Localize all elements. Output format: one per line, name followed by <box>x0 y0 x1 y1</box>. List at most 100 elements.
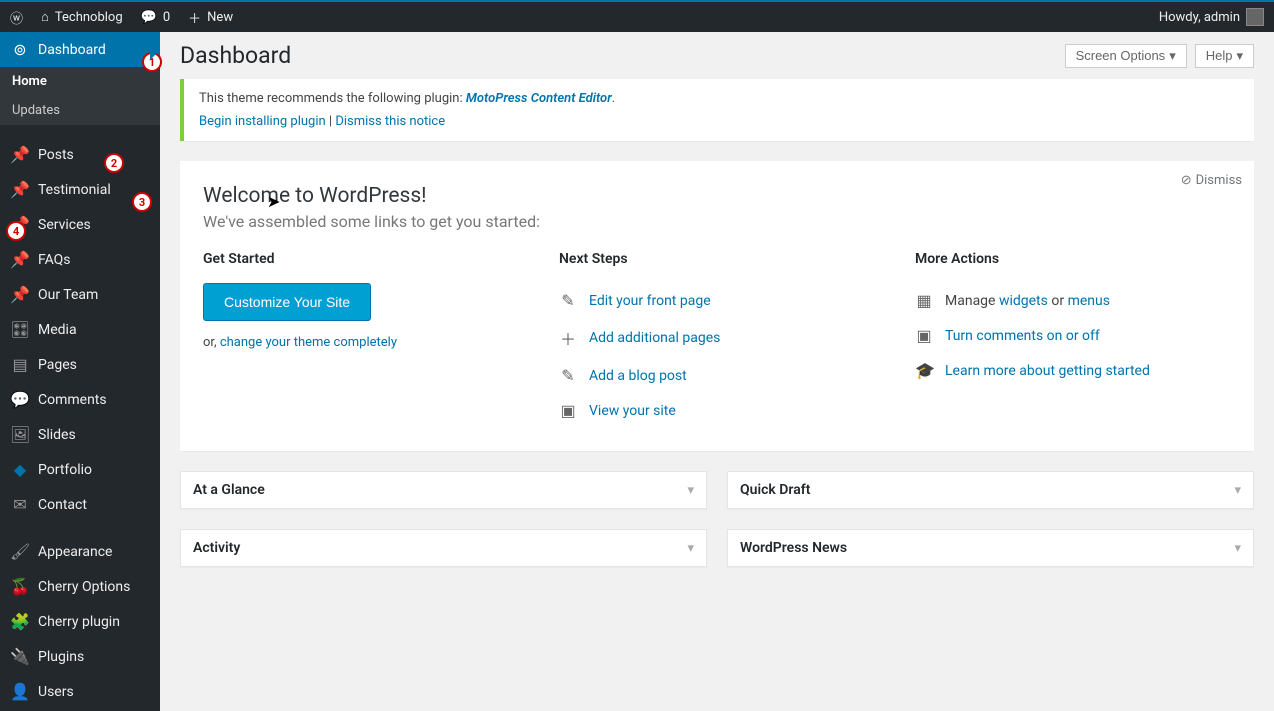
chevron-down-icon: ▾ <box>1234 541 1241 556</box>
sidebar-item-label: Plugins <box>38 649 84 665</box>
activity-toggle[interactable]: Activity ▾ <box>181 530 706 566</box>
sidebar-item-comments[interactable]: 💬 Comments <box>0 382 160 417</box>
annotation-badge-4: 4 <box>6 221 26 241</box>
help-button[interactable]: Help ▾ <box>1195 44 1254 68</box>
at-a-glance-toggle[interactable]: At a Glance ▾ <box>181 472 706 508</box>
brush-icon: 🖌 <box>10 542 30 561</box>
edit-icon: ✎ <box>559 366 577 385</box>
comment-icon: 💬 <box>10 390 30 409</box>
add-pages-link[interactable]: Add additional pages <box>589 330 720 346</box>
customize-site-button[interactable]: Customize Your Site <box>203 283 371 321</box>
get-started-heading: Get Started <box>203 251 519 267</box>
sidebar-item-contact[interactable]: ✉ Contact <box>0 487 160 522</box>
sidebar-item-label: Services <box>38 217 91 233</box>
sidebar-item-pages[interactable]: ▤ Pages <box>0 347 160 382</box>
screen-options-label: Screen Options <box>1076 48 1166 63</box>
cherry-icon: 🍒 <box>10 577 30 596</box>
sidebar-item-faqs[interactable]: 📌 FAQs <box>0 242 160 277</box>
learn-icon: 🎓 <box>915 361 933 380</box>
comments-toggle-link[interactable]: Turn comments on or off <box>945 328 1100 344</box>
sidebar-item-users[interactable]: 👤 Users <box>0 674 160 709</box>
page-title: Dashboard <box>180 42 291 69</box>
admin-sidebar: ⊚ Dashboard 1 Home Updates 📌 Posts 2 📌 T… <box>0 32 160 711</box>
sidebar-item-dashboard[interactable]: ⊚ Dashboard 1 <box>0 32 160 67</box>
sidebar-item-label: Slides <box>38 427 76 443</box>
sidebar-item-label: Pages <box>38 357 77 373</box>
sidebar-item-cherry-options[interactable]: 🍒 Cherry Options <box>0 569 160 604</box>
sidebar-item-label: Appearance <box>38 544 112 560</box>
view-site-link[interactable]: View your site <box>589 403 676 419</box>
slides-icon: 🖼 <box>10 425 30 444</box>
main-content: ➤ Dashboard Screen Options ▾ Help ▾ This… <box>160 32 1274 711</box>
sidebar-item-portfolio[interactable]: ◆ Portfolio <box>0 452 160 487</box>
sidebar-item-label: Cherry plugin <box>38 614 120 630</box>
screen-options-button[interactable]: Screen Options ▾ <box>1065 44 1187 68</box>
widgets-link[interactable]: widgets <box>999 293 1048 309</box>
site-name-link[interactable]: ⌂ Technoblog <box>41 9 123 25</box>
begin-install-link[interactable]: Begin installing plugin <box>199 114 326 129</box>
sidebar-item-label: Users <box>38 684 74 700</box>
site-name-label: Technoblog <box>55 10 123 25</box>
news-toggle[interactable]: WordPress News ▾ <box>728 530 1253 566</box>
change-theme-link[interactable]: change your theme completely <box>220 335 397 350</box>
wordpress-news-box: WordPress News ▾ <box>727 529 1254 567</box>
account-menu[interactable]: Howdy, admin <box>1159 8 1264 26</box>
sidebar-sub-home[interactable]: Home <box>0 67 160 96</box>
activity-box: Activity ▾ <box>180 529 707 567</box>
sidebar-item-label: Media <box>38 322 77 338</box>
sidebar-item-label: Our Team <box>38 287 98 303</box>
sidebar-item-cherry-plugin[interactable]: 🧩 Cherry plugin <box>0 604 160 639</box>
sidebar-sub-updates[interactable]: Updates <box>0 96 160 125</box>
plus-icon: ＋ <box>188 8 201 27</box>
chevron-down-icon: ▾ <box>1169 48 1176 64</box>
mail-icon: ✉ <box>10 495 30 514</box>
sidebar-item-services[interactable]: 📌 Services 4 <box>0 207 160 242</box>
sidebar-item-plugins[interactable]: 🔌 Plugins <box>0 639 160 674</box>
wp-logo-menu[interactable]: ⓦ <box>10 8 23 27</box>
chevron-down-icon: ▾ <box>687 541 694 556</box>
portfolio-icon: ◆ <box>10 460 30 479</box>
quick-draft-toggle[interactable]: Quick Draft ▾ <box>728 472 1253 508</box>
sidebar-item-testimonial[interactable]: 📌 Testimonial 3 <box>0 172 160 207</box>
howdy-text: Howdy, admin <box>1159 10 1240 25</box>
more-actions-heading: More Actions <box>915 251 1231 267</box>
or-prefix: or, <box>203 335 220 350</box>
view-icon: ▣ <box>559 401 577 420</box>
comments-link[interactable]: 💬 0 <box>141 10 171 25</box>
or-text: or <box>1048 293 1068 309</box>
sidebar-item-label: Portfolio <box>38 462 92 478</box>
box-title: At a Glance <box>193 482 265 498</box>
widgets-icon: ▦ <box>915 291 933 310</box>
learn-more-link[interactable]: Learn more about getting started <box>945 363 1150 379</box>
sidebar-item-label: FAQs <box>38 252 71 268</box>
dismiss-notice-link[interactable]: Dismiss this notice <box>335 114 445 129</box>
dismiss-welcome-button[interactable]: ⊘ Dismiss <box>1181 173 1242 188</box>
comment-off-icon: ▣ <box>915 326 933 345</box>
admin-topbar: ⓦ ⌂ Technoblog 💬 0 ＋ New Howdy, admin <box>0 0 1274 32</box>
media-icon: 🎛 <box>10 320 30 339</box>
pages-icon: ▤ <box>10 355 30 374</box>
sidebar-item-slides[interactable]: 🖼 Slides <box>0 417 160 452</box>
welcome-title: Welcome to WordPress! <box>203 184 1231 208</box>
add-blog-post-link[interactable]: Add a blog post <box>589 368 687 384</box>
plugin-notice: This theme recommends the following plug… <box>180 79 1254 141</box>
new-content-link[interactable]: ＋ New <box>188 8 233 27</box>
chevron-down-icon: ▾ <box>1236 48 1243 64</box>
sidebar-item-appearance[interactable]: 🖌 Appearance <box>0 534 160 569</box>
sidebar-item-our-team[interactable]: 📌 Our Team <box>0 277 160 312</box>
help-label: Help <box>1206 48 1233 63</box>
menus-link[interactable]: menus <box>1068 293 1110 309</box>
sidebar-item-media[interactable]: 🎛 Media <box>0 312 160 347</box>
comment-icon: 💬 <box>141 10 157 25</box>
pin-icon: 📌 <box>10 145 30 164</box>
plug-icon: 🔌 <box>10 647 30 666</box>
edit-front-page-link[interactable]: Edit your front page <box>589 293 711 309</box>
dismiss-label: Dismiss <box>1196 173 1242 188</box>
sidebar-item-label: Comments <box>38 392 107 408</box>
at-a-glance-box: At a Glance ▾ <box>180 471 707 509</box>
box-title: WordPress News <box>740 540 847 556</box>
next-steps-heading: Next Steps <box>559 251 875 267</box>
notice-text: This theme recommends the following plug… <box>199 91 466 106</box>
plugin-name-link[interactable]: MotoPress Content Editor <box>466 91 612 106</box>
sidebar-item-posts[interactable]: 📌 Posts 2 <box>0 137 160 172</box>
